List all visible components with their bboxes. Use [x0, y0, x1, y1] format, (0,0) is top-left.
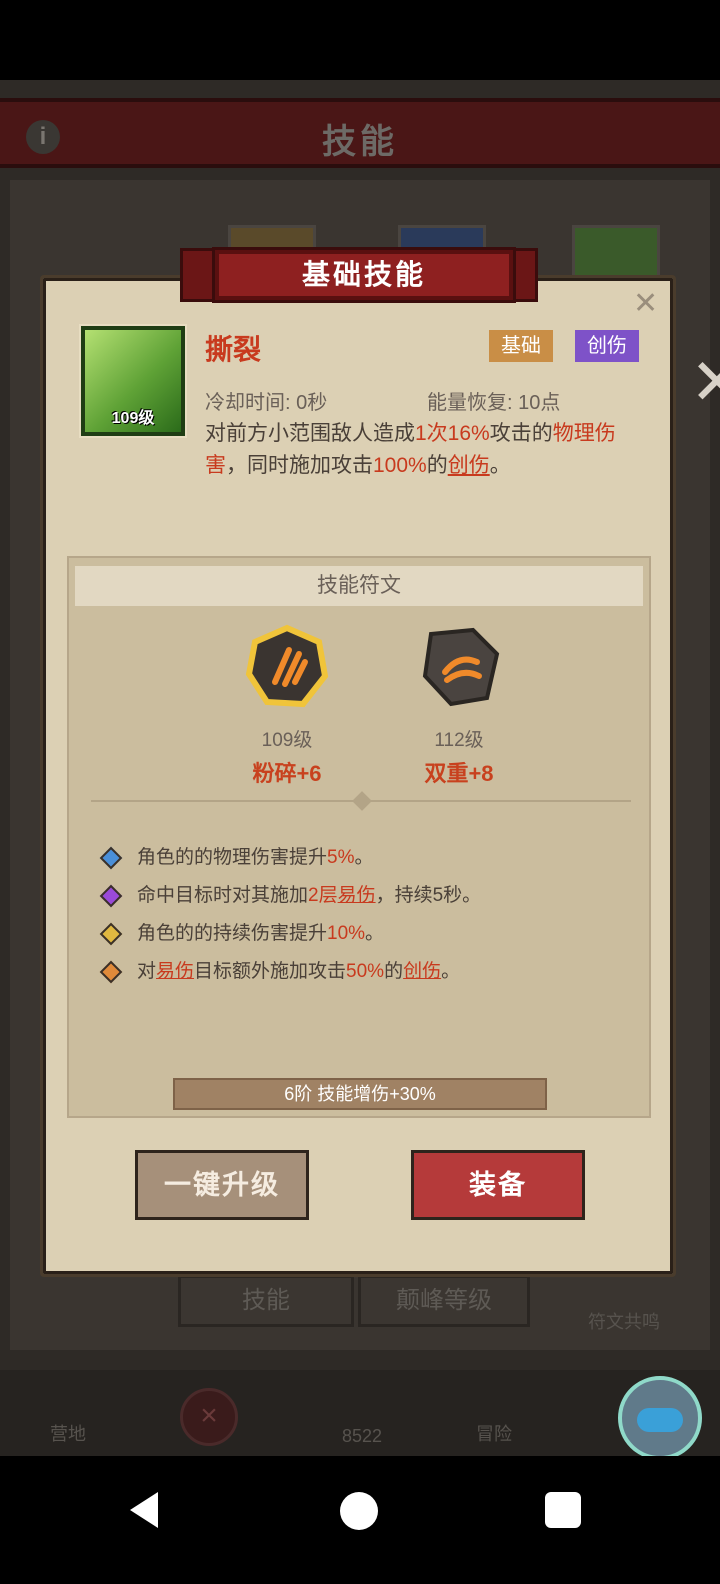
trauma-link[interactable]: 创伤	[448, 454, 490, 477]
side-close-icon[interactable]: ✕	[690, 345, 720, 420]
rune-name: 双重+8	[424, 761, 494, 786]
android-nav-bar	[0, 1456, 720, 1584]
blue-diamond-icon	[99, 846, 123, 870]
rune-resonance-button[interactable]: 符文共鸣	[588, 1308, 660, 1334]
rune-level: 112级	[434, 730, 484, 751]
trauma-link[interactable]: 创伤	[403, 961, 441, 982]
skill-name: 撕裂	[205, 334, 262, 365]
bottom-nav-bar: 营地 × 8522 冒险	[0, 1370, 720, 1456]
equip-button[interactable]: 装备	[411, 1150, 585, 1220]
cloud-icon[interactable]	[618, 1376, 702, 1456]
stage-bonus: 6阶 技能增伤+30%	[173, 1078, 547, 1110]
rune-effect: 角色的的持续伤害提升10%。	[99, 918, 384, 946]
rune-effect: 对易伤目标额外施加攻击50%的创伤。	[99, 956, 460, 984]
rune-gem-icon	[245, 624, 329, 708]
divider-arrow	[352, 791, 372, 811]
vulnerable-link[interactable]: 易伤	[156, 961, 194, 982]
skill-level: 109级	[111, 410, 155, 427]
recent-apps-icon[interactable]	[545, 1492, 581, 1528]
cooldown-text: 冷却时间: 0秒	[205, 392, 328, 414]
purple-diamond-icon	[99, 884, 123, 908]
tag-trauma: 创伤	[575, 330, 639, 362]
skill-description: 对前方小范围敌人造成1次16%攻击的物理伤害，同时施加攻击100%的创伤。	[205, 422, 616, 477]
yellow-diamond-icon	[99, 922, 123, 946]
one-click-upgrade-button[interactable]: 一键升级	[135, 1150, 309, 1220]
skill-icon: 109级	[81, 326, 185, 436]
orange-diamond-icon	[99, 960, 123, 984]
home-icon[interactable]	[340, 1492, 378, 1530]
energy-text: 能量恢复: 10点	[427, 392, 561, 414]
background-title-bar: i 技能	[0, 98, 720, 168]
tab-peak-level[interactable]: 颠峰等级	[358, 1275, 530, 1327]
modal-title: 基础技能	[301, 259, 426, 290]
rune-section: 技能符文 109级 粉碎+6 112级 双重+8 角色的的物理伤害提升5%。 命…	[67, 556, 651, 1118]
vulnerable-link[interactable]: 易伤	[338, 885, 376, 906]
close-icon[interactable]: ✕	[633, 286, 658, 321]
tag-basic: 基础	[489, 330, 553, 362]
rune-section-title: 技能符文	[75, 566, 643, 606]
tab-skills[interactable]: 技能	[178, 1275, 354, 1327]
currency-amount: 8522	[342, 1426, 383, 1446]
nav-close-icon[interactable]: ×	[180, 1388, 238, 1446]
rune-double[interactable]: 112级 双重+8	[399, 624, 519, 788]
background-title: 技能	[322, 123, 398, 161]
nav-adventure[interactable]: 冒险	[476, 1420, 512, 1446]
back-icon[interactable]	[130, 1492, 158, 1528]
skill-detail-modal: ✕ 109级 撕裂 基础 创伤 冷却时间: 0秒 能量恢复: 10点 对前方小范…	[40, 275, 676, 1277]
rune-effect: 角色的的物理伤害提升5%。	[99, 842, 374, 870]
rune-name: 粉碎+6	[252, 761, 322, 786]
rune-effect: 命中目标时对其施加2层易伤，持续5秒。	[99, 880, 481, 908]
header-wing-left	[180, 248, 220, 302]
rune-level: 109级	[261, 730, 313, 751]
rune-gem-icon	[422, 627, 500, 707]
rune-shatter[interactable]: 109级 粉碎+6	[227, 624, 347, 788]
modal-header: 基础技能	[215, 250, 513, 300]
nav-camp[interactable]: 营地	[50, 1420, 86, 1446]
